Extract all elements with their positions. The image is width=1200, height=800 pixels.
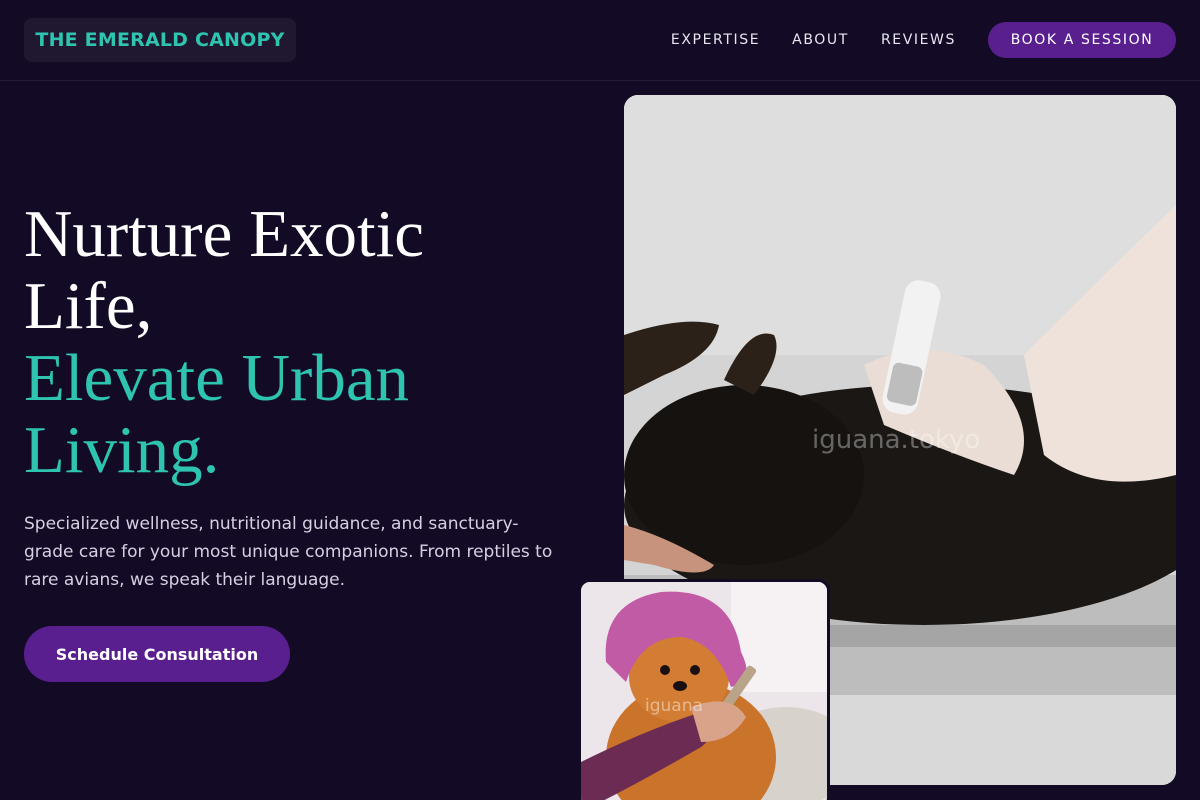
small-photo-watermark: iguana <box>645 696 703 716</box>
nav-link-about[interactable]: ABOUT <box>792 32 849 48</box>
grooming-illustration <box>581 582 827 800</box>
main-photo-watermark: iguana.tokyo <box>812 425 981 455</box>
hero-accent-line-1: Elevate Urban <box>24 341 410 415</box>
nav-link-reviews[interactable]: REVIEWS <box>881 32 956 48</box>
hero-headline: Nurture Exotic Life, Elevate Urban Livin… <box>24 198 584 486</box>
hero-title-line-2: Life, <box>24 269 153 343</box>
hero-title-line-1: Nurture Exotic <box>24 197 425 271</box>
brand-logo[interactable]: THE EMERALD CANOPY <box>24 18 296 62</box>
book-session-button[interactable]: BOOK A SESSION <box>988 22 1176 58</box>
hero-accent-line-2: Living. <box>24 413 220 487</box>
grooming-photo: iguana <box>578 579 830 800</box>
nav-link-expertise[interactable]: EXPERTISE <box>671 32 760 48</box>
main-nav: EXPERTISE ABOUT REVIEWS BOOK A SESSION <box>671 22 1176 58</box>
hero-description: Specialized wellness, nutritional guidan… <box>24 514 553 590</box>
site-header: THE EMERALD CANOPY EXPERTISE ABOUT REVIE… <box>0 0 1200 81</box>
schedule-consultation-button[interactable]: Schedule Consultation <box>24 626 290 682</box>
